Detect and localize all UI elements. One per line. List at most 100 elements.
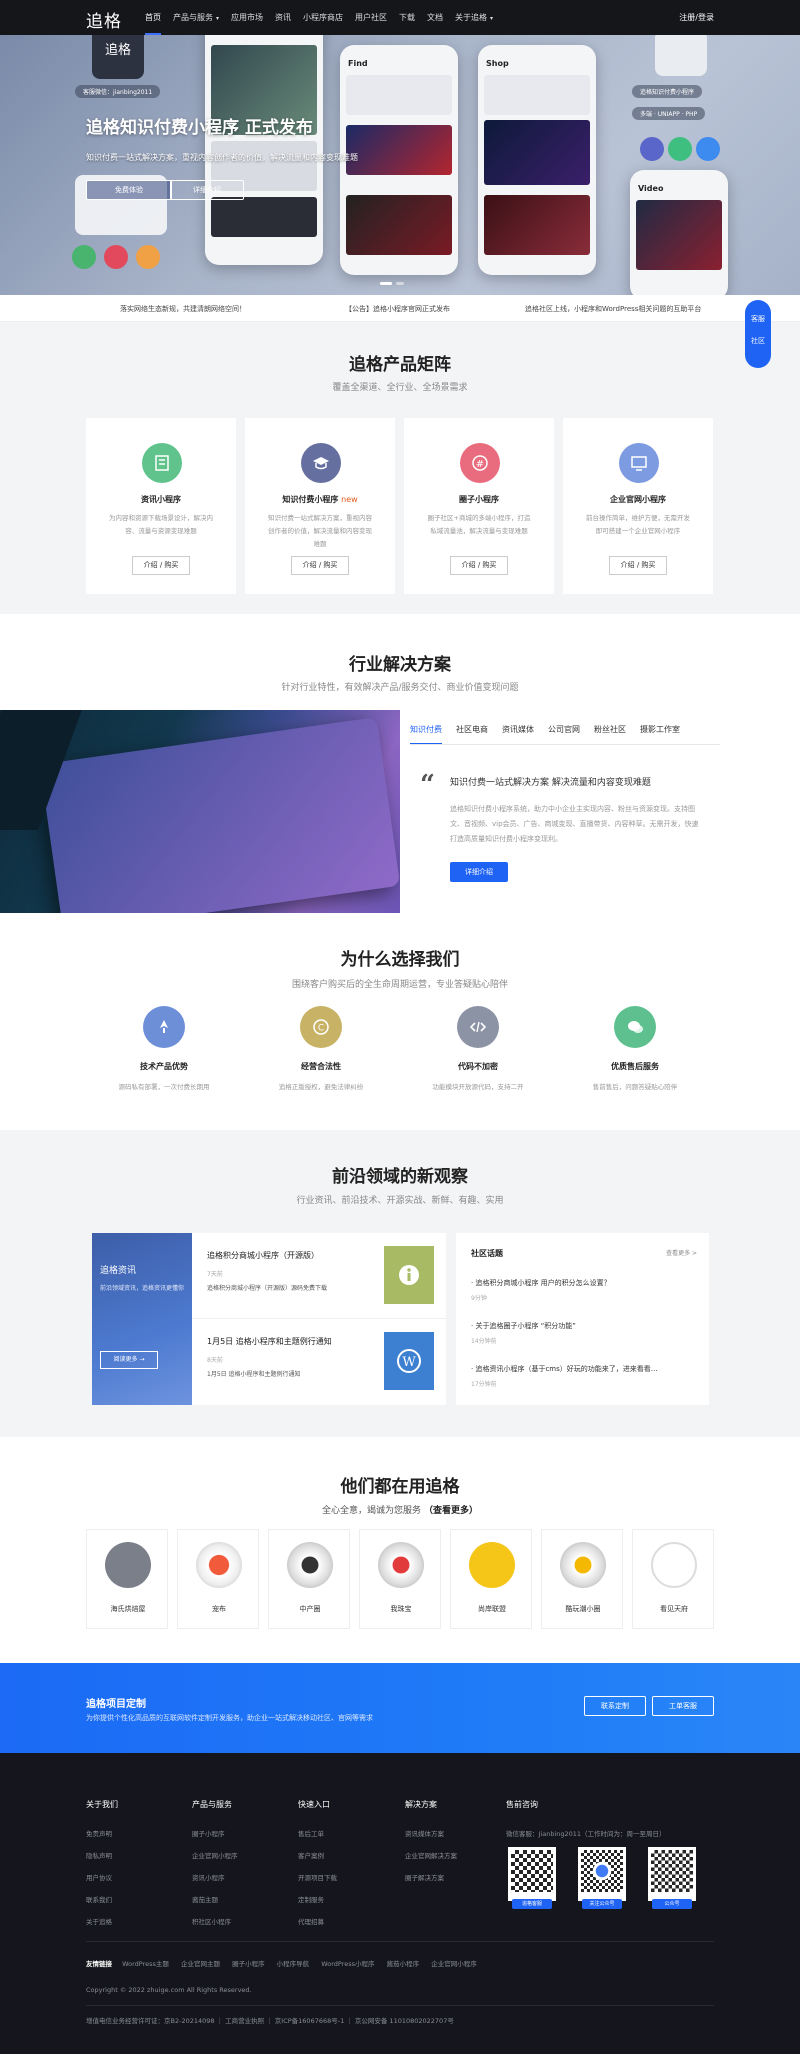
product-buy-button[interactable]: 介绍 / 购买 [132,556,190,575]
read-more-button[interactable]: 阅读更多 → [100,1351,158,1369]
product-card[interactable]: 知识付费小程序 new 知识付费一站式解决方案，重视内容创作者的价值，解决流量和… [245,418,395,594]
contact-custom-button[interactable]: 联系定制 [584,1696,646,1716]
footer-link[interactable]: 积社区小程序 [192,1916,238,1926]
tab-ecommerce[interactable]: 社区电商 [456,724,488,745]
tab-photo[interactable]: 摄影工作室 [640,724,680,745]
footer-link[interactable]: 企业官网小程序 [192,1850,238,1860]
tab-website[interactable]: 公司官网 [548,724,580,745]
forum-item[interactable]: · 追格积分商城小程序 用户的积分怎么设置？ 9分钟 [471,1278,611,1302]
forum-item-title: · 追格积分商城小程序 用户的积分怎么设置？ [471,1279,611,1287]
news-item[interactable]: 1月5日 追格小程序和主题例行通知 8天前 1月5日 追格小程序和主题例行通知 … [192,1319,446,1405]
forum-title: 社区话题 [471,1249,503,1258]
nav-item-news[interactable]: 资讯 [275,0,291,35]
nav-item-community[interactable]: 用户社区 [355,0,387,35]
footer-link[interactable]: 免责声明 [86,1828,118,1838]
footer-link[interactable]: 用户协议 [86,1872,118,1882]
product-card[interactable]: 企业官网小程序 前台操作简单，维护方便，无需开发即可搭建一个企业官网小程序 介绍… [563,418,713,594]
product-card[interactable]: # 圈子小程序 圈子社区+商城的多端小程序，打造私域流量池，解决流量与变现难题 … [404,418,554,594]
tab-knowledge[interactable]: 知识付费 [410,724,442,745]
footer-link[interactable]: 售后工单 [298,1828,337,1838]
hero-wechat-pill: 客服微信：jianbing2011 [75,85,161,98]
friend-link[interactable]: WordPress主题 [122,1960,169,1968]
footer-link[interactable]: 企业官网解决方案 [405,1850,457,1860]
footer-link[interactable]: 资讯小程序 [192,1872,238,1882]
ticker-item[interactable]: 落实网络生态新规，共建清朗网络空间！ [120,304,246,314]
client-card[interactable]: 海氏烘焙屋 [86,1529,168,1629]
nav-item-store[interactable]: 小程序商店 [303,0,343,35]
nav-item-docs[interactable]: 文档 [427,0,443,35]
footer-link[interactable]: 酱茄主题 [192,1894,238,1904]
news-item[interactable]: 追格积分商城小程序（开源版） 7天前 追格积分商城小程序（开源版）源码免费下载 [192,1233,446,1319]
nav-item-market[interactable]: 应用市场 [231,0,263,35]
ticker-item[interactable]: 追格社区上线，小程序和WordPress相关问题的互助平台 [525,304,701,314]
friend-link[interactable]: 企业官网小程序 [431,1960,477,1968]
ticker-item[interactable]: 【公告】追格小程序官网正式发布 [345,304,450,314]
solution-detail-button[interactable]: 详细介绍 [450,862,508,882]
nav-item-about[interactable]: 关于追格 ▾ [455,0,493,35]
hero-pill-tech: 多端 · UNIAPP · PHP [632,107,706,120]
site-logo[interactable]: 追格 [86,7,122,32]
client-card[interactable]: 酷玩潮小圈 [541,1529,623,1629]
friend-link[interactable]: 酱茄小程序 [387,1960,420,1968]
kefu-button[interactable]: 客服 [745,300,771,324]
friend-link[interactable]: 小程序导航 [277,1960,310,1968]
hero-carousel[interactable]: 追格 客服微信：jianbing2011 Find Shop Video 追格知… [0,35,800,295]
footer-col-solutions: 解决方案 资讯媒体方案 企业官网解决方案 圈子解决方案 [405,1799,457,1894]
community-button[interactable]: 社区 [745,324,771,346]
footer-link[interactable]: 代理招募 [298,1916,337,1926]
nav-item-products[interactable]: 产品与服务 ▾ [173,0,219,35]
hero-logo-card: 追格 [92,35,144,79]
solutions-title: 行业解决方案 [349,655,451,675]
product-buy-button[interactable]: 介绍 / 购买 [291,556,349,575]
footer-link[interactable]: 开源项目下载 [298,1872,337,1882]
ticket-support-button[interactable]: 工单客服 [652,1696,714,1716]
client-card[interactable]: 中产圈 [268,1529,350,1629]
product-card[interactable]: 资讯小程序 为内容和资源下载场景设计，解决内容、流量与资源变现难题 介绍 / 购… [86,418,236,594]
client-card[interactable]: 看见天府 [632,1529,714,1629]
news-item-title: 1月5日 追格小程序和主题例行通知 [207,1337,332,1346]
product-buy-button[interactable]: 介绍 / 购买 [609,556,667,575]
footer-link[interactable]: 圈子小程序 [192,1828,238,1838]
solutions-subtitle: 针对行业特性，有效解决产品/服务交付、商业价值变现问题 [281,683,519,693]
news-banner[interactable]: 追格资讯 前沿领域资讯，追格资讯更懂你 阅读更多 → [92,1233,192,1405]
login-link[interactable]: 注册/登录 [679,0,714,35]
why-item-title: 优质售后服务 [611,1062,659,1071]
forum-item-time: 17分钟前 [471,1381,497,1388]
clients-more-link[interactable]: （查看更多） [424,1506,478,1516]
hero-try-button[interactable]: 免费体验 [86,180,172,200]
client-card[interactable]: 尚岸联盟 [450,1529,532,1629]
tab-media[interactable]: 资讯媒体 [502,724,534,745]
news-list: 追格积分商城小程序（开源版） 7天前 追格积分商城小程序（开源版）源码免费下载 … [192,1233,446,1405]
icp-license[interactable]: 增值电信业务经营许可证：京B2-20214098 ｜ 工商营业执照 ｜ 京ICP… [86,2015,454,2025]
tab-fans[interactable]: 粉丝社区 [594,724,626,745]
hero-qr-card [655,35,707,76]
client-qr-logo [196,1542,242,1588]
footer-col-about: 关于我们 免责声明 隐私声明 用户协议 联系我们 关于追格 [86,1799,118,1938]
friend-link[interactable]: WordPress小程序 [321,1960,374,1968]
footer-link[interactable]: 圈子解决方案 [405,1872,457,1882]
footer-link[interactable]: 隐私声明 [86,1850,118,1860]
news-banner-title: 追格资讯 [100,1266,137,1276]
client-card[interactable]: 我珠宝 [359,1529,441,1629]
footer-link[interactable]: 定制服务 [298,1894,337,1904]
footer-link[interactable]: 客户案例 [298,1850,337,1860]
nav-item-home[interactable]: 首页 [145,0,161,35]
footer-link[interactable]: 关于追格 [86,1916,118,1926]
carousel-dot[interactable] [396,282,404,285]
client-card[interactable]: 宠布 [177,1529,259,1629]
forum-item[interactable]: · 追格资讯小程序（基于cms）好玩的功能来了，进来看看… 17分钟前 [471,1364,658,1388]
friend-link[interactable]: 圈子小程序 [232,1960,265,1968]
friend-link[interactable]: 企业官网主题 [181,1960,220,1968]
clients-subtitle-text: 全心全意，竭诚为您服务 [322,1506,422,1516]
footer-link[interactable]: 联系我们 [86,1894,118,1904]
forum-item[interactable]: · 关于追格圈子小程序 “积分功能” 14分钟前 [471,1321,576,1345]
footer-col-title: 快速入口 [298,1800,330,1809]
forum-more-link[interactable]: 查看更多 > [666,1248,697,1257]
footer-link[interactable]: 资讯媒体方案 [405,1828,457,1838]
qr-code-follow: 关注公众号 [578,1847,626,1909]
carousel-dot[interactable] [380,282,392,285]
nav-item-download[interactable]: 下载 [399,0,415,35]
forum-item-title: · 关于追格圈子小程序 “积分功能” [471,1322,576,1330]
hero-detail-button[interactable]: 详细介绍 [170,180,244,200]
product-buy-button[interactable]: 介绍 / 购买 [450,556,508,575]
